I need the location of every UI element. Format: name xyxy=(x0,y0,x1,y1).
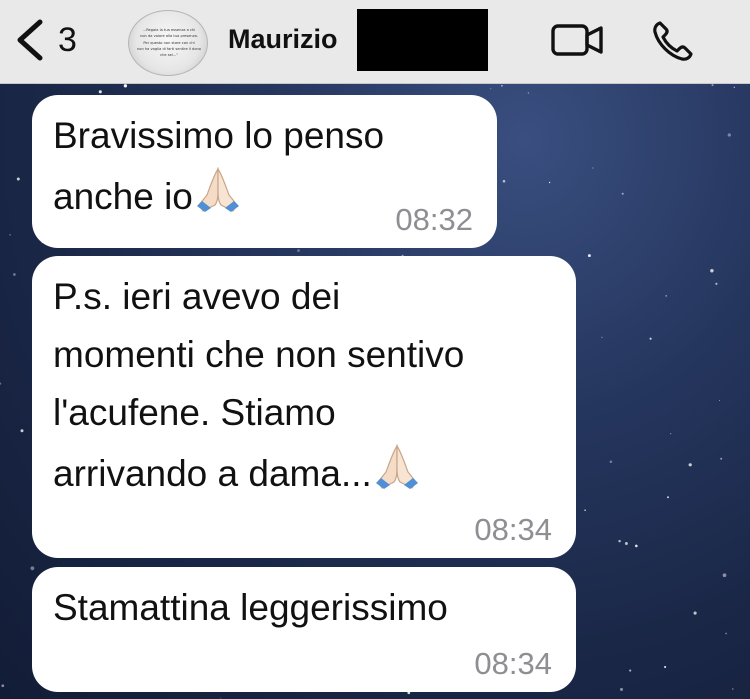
message-timestamp: 08:34 xyxy=(474,646,552,681)
avatar[interactable]: ...Regala la tua essenza a chi non da va… xyxy=(128,10,208,76)
back-button[interactable]: 3 xyxy=(14,14,104,66)
video-camera-icon xyxy=(551,24,603,56)
message-line: momenti che non sentivo xyxy=(53,334,465,375)
star xyxy=(30,566,35,571)
contact-name[interactable]: Maurizio xyxy=(228,24,338,55)
folded-hands-icon xyxy=(375,444,418,489)
star xyxy=(1,684,5,688)
star xyxy=(624,542,628,545)
star xyxy=(693,611,697,615)
message-line: arrivando a dama... xyxy=(53,442,464,503)
star xyxy=(16,177,20,181)
star xyxy=(502,179,506,183)
svg-text:non da valore alla tua presenz: non da valore alla tua presenza. xyxy=(140,34,198,38)
folded-hands-icon xyxy=(196,167,239,212)
star xyxy=(629,669,632,672)
message-timestamp: 08:32 xyxy=(395,202,473,237)
star xyxy=(725,632,727,635)
message-line: P.s. ieri avevo dei xyxy=(53,276,341,317)
star xyxy=(727,133,731,137)
star xyxy=(722,573,727,577)
voice-call-button[interactable] xyxy=(650,18,698,64)
message-text: Stamattina leggerissimo xyxy=(53,579,448,637)
star xyxy=(548,181,551,184)
star xyxy=(619,687,624,691)
message-line: anche io xyxy=(53,165,384,226)
message-line: l'acufene. Stiamo xyxy=(53,392,336,433)
star xyxy=(490,88,492,90)
star xyxy=(0,382,2,385)
star xyxy=(587,254,591,258)
star xyxy=(123,84,128,88)
star xyxy=(719,399,721,401)
star xyxy=(715,282,718,285)
message-line: Bravissimo lo penso xyxy=(53,115,385,156)
video-call-button[interactable] xyxy=(548,20,608,60)
message-text: P.s. ieri avevo dei momenti che non sent… xyxy=(53,268,464,503)
svg-text:non ha voglia di farti sentire: non ha voglia di farti sentire il dono xyxy=(137,47,201,51)
star xyxy=(664,665,667,669)
message-line-text: arrivando a dama... xyxy=(53,453,372,494)
star xyxy=(220,697,222,699)
star xyxy=(733,86,735,88)
star xyxy=(621,192,624,195)
message-bubble[interactable]: P.s. ieri avevo dei momenti che non sent… xyxy=(32,256,576,558)
star xyxy=(710,268,714,273)
svg-text:che sei...": che sei..." xyxy=(160,53,178,57)
message-bubble[interactable]: Bravissimo lo penso anche io 08:32 xyxy=(32,95,497,248)
star xyxy=(9,234,11,236)
star xyxy=(601,336,603,339)
star xyxy=(720,457,723,460)
star xyxy=(609,460,613,464)
svg-text:Per questo non stare con chi: Per questo non stare con chi xyxy=(143,41,194,45)
message-line-text: anche io xyxy=(53,176,193,217)
chevron-left-icon xyxy=(17,19,43,61)
star xyxy=(501,85,503,87)
star xyxy=(649,337,652,340)
chat-header: 3 ...Regala la tua essenza a chi non da … xyxy=(0,0,750,84)
star xyxy=(592,167,594,169)
star xyxy=(667,496,669,499)
star xyxy=(688,463,692,467)
avatar-quote-image: ...Regala la tua essenza a chi non da va… xyxy=(137,28,201,57)
message-timestamp: 08:34 xyxy=(474,512,552,547)
star xyxy=(527,92,530,94)
star xyxy=(13,273,16,276)
svg-text:...Regala la tua essenza a chi: ...Regala la tua essenza a chi xyxy=(143,28,195,32)
star xyxy=(711,84,714,87)
unread-count: 3 xyxy=(58,20,77,59)
star xyxy=(98,90,102,94)
redaction-bar xyxy=(357,9,488,71)
message-bubble[interactable]: Stamattina leggerissimo 08:34 xyxy=(32,567,576,692)
star xyxy=(618,539,621,543)
star xyxy=(20,429,24,433)
star xyxy=(731,688,734,690)
star xyxy=(635,544,638,548)
phone-icon xyxy=(653,21,693,61)
star xyxy=(584,509,586,511)
star xyxy=(669,432,672,435)
message-text: Bravissimo lo penso anche io xyxy=(53,107,384,226)
star xyxy=(665,295,668,297)
star xyxy=(297,249,300,252)
message-line: Stamattina leggerissimo xyxy=(53,587,448,628)
